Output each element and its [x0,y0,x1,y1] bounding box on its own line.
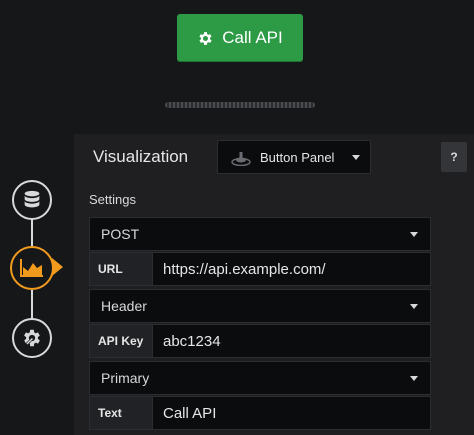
help-button[interactable]: ? [441,142,467,172]
auth-select[interactable]: Header [89,289,431,323]
chevron-down-icon [410,303,418,309]
text-label: Text [89,396,153,430]
rail-item-visualization[interactable] [10,246,54,290]
button-style-select-value: Primary [101,370,150,386]
gear-icon [197,30,214,47]
settings-heading: Settings [89,192,136,207]
url-label: URL [89,252,153,286]
url-field-row: URL https://api.example.com/ [89,252,431,286]
chevron-down-icon [352,154,360,160]
button-style-select[interactable]: Primary [89,361,431,395]
rail-item-queries[interactable] [12,180,52,220]
api-key-label: API Key [89,324,153,358]
chevron-down-icon [410,375,418,381]
panel-resize-handle[interactable] [165,102,315,108]
call-api-button[interactable]: Call API [177,14,303,62]
button-panel-icon [230,148,252,167]
api-key-field-row: API Key abc1234 [89,324,431,358]
visualization-picker[interactable]: Button Panel [217,140,371,174]
rail-item-general[interactable] [12,318,52,358]
database-icon [21,189,43,211]
cog-wrench-icon [21,327,43,349]
chevron-down-icon [410,231,418,237]
editor-title: Visualization [93,147,189,166]
url-input[interactable]: https://api.example.com/ [153,252,431,286]
method-select[interactable]: POST [89,217,431,251]
auth-select-value: Header [101,298,147,314]
text-input[interactable]: Call API [153,396,431,430]
method-select-value: POST [101,226,140,242]
api-key-input[interactable]: abc1234 [153,324,431,358]
text-field-row: Text Call API [89,396,431,430]
visualization-picker-label: Button Panel [260,149,335,165]
call-api-button-label: Call API [222,28,283,47]
chart-area-icon [19,257,45,279]
active-indicator-arrow [52,258,63,276]
